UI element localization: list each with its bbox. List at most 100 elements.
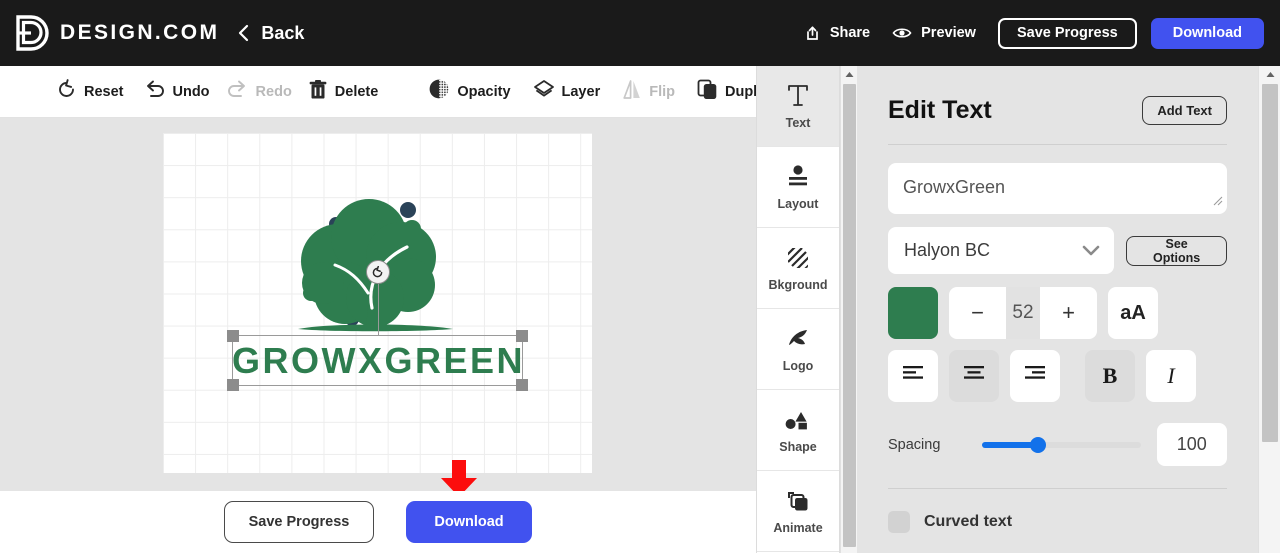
scroll-up-arrow-icon[interactable] (841, 66, 858, 82)
layer-button[interactable]: Layer (533, 79, 600, 105)
spacing-value[interactable]: 100 (1156, 423, 1227, 466)
hatch-pattern-icon (786, 245, 810, 271)
bottom-action-bar: Save Progress Download (0, 491, 756, 553)
share-icon (804, 25, 821, 42)
sidebar-label-shape: Shape (779, 439, 817, 454)
flip-label: Flip (649, 83, 675, 100)
spacing-slider-fill (981, 441, 1037, 448)
spacing-slider-knob[interactable] (1029, 436, 1046, 453)
text-input-box[interactable]: GrowxGreen (888, 163, 1227, 214)
selection-handle-bottom-left[interactable] (227, 379, 239, 391)
opacity-label: Opacity (457, 83, 511, 100)
opacity-button[interactable]: Opacity (428, 78, 511, 105)
save-progress-button-header[interactable]: Save Progress (997, 17, 1137, 49)
reset-circular-arrow-icon (56, 78, 77, 105)
download-button-bottom[interactable]: Download (406, 501, 532, 543)
preview-button[interactable]: Preview (892, 25, 976, 41)
text-case-button[interactable]: aA (1108, 287, 1158, 339)
layers-diamond-icon (533, 79, 555, 105)
reset-button[interactable]: Reset (56, 78, 124, 105)
spacing-row: Spacing 100 (888, 423, 1227, 466)
delete-label: Delete (334, 83, 379, 100)
layout-lines-icon (785, 164, 811, 190)
text-t-icon (786, 83, 810, 109)
align-right-button[interactable] (1010, 350, 1060, 402)
share-label: Share (829, 25, 871, 41)
font-size-increase-button[interactable]: + (1040, 287, 1097, 339)
edit-toolbar: Reset Undo Redo Delete Opacity Layer Fli… (0, 66, 790, 118)
tool-rail-scrollbar[interactable] (840, 66, 857, 553)
panel-scrollbar[interactable] (1258, 66, 1280, 553)
text-align-row: B I (888, 350, 1227, 402)
curved-text-checkbox[interactable] (888, 511, 910, 533)
flip-horizontal-icon (622, 79, 642, 105)
scrollbar-thumb[interactable] (843, 84, 856, 547)
italic-label: I (1167, 363, 1175, 388)
flip-button[interactable]: Flip (622, 79, 675, 105)
logo-design[interactable]: GROWXGREEN (163, 133, 592, 473)
sidebar-item-text[interactable]: Text (757, 66, 839, 147)
add-text-button[interactable]: Add Text (1142, 96, 1227, 125)
selection-handle-top-right[interactable] (516, 330, 528, 342)
app-root: DESIGN.COM Back Share Preview Save Progr… (0, 0, 1280, 553)
save-progress-button-bottom[interactable]: Save Progress (224, 501, 374, 543)
selection-handle-top-left[interactable] (227, 330, 239, 342)
reset-label: Reset (84, 83, 124, 100)
download-button-header[interactable]: Download (1150, 17, 1264, 49)
sidebar-item-shape[interactable]: Shape (757, 390, 839, 471)
font-size-stepper: − 52 + (949, 287, 1097, 339)
chevron-down-icon (1081, 244, 1101, 262)
font-family-value: Halyon BC (904, 240, 991, 260)
sidebar-item-animate[interactable]: Animate (757, 471, 839, 552)
bold-button[interactable]: B (1085, 350, 1135, 402)
panel-divider-2 (888, 488, 1227, 489)
eye-icon (892, 26, 912, 40)
italic-button[interactable]: I (1146, 350, 1196, 402)
sidebar-label-layout: Layout (777, 196, 819, 211)
font-size-value[interactable]: 52 (1006, 287, 1040, 339)
font-row: Halyon BC See Options (888, 227, 1227, 274)
scroll-up-arrow-icon[interactable] (1259, 66, 1280, 82)
chevron-left-icon (237, 23, 251, 43)
trash-can-icon (308, 79, 328, 105)
redo-label: Redo (255, 83, 292, 100)
scrollbar-thumb[interactable] (1262, 84, 1278, 442)
sidebar-item-bkground[interactable]: Bkground (757, 228, 839, 309)
font-family-select[interactable]: Halyon BC (888, 227, 1115, 274)
top-header: DESIGN.COM Back Share Preview Save Progr… (0, 0, 1280, 66)
opacity-half-circle-icon (428, 78, 450, 105)
redo-button[interactable]: Redo (226, 80, 292, 104)
align-center-button[interactable] (949, 350, 999, 402)
rotate-handle-icon[interactable] (365, 260, 390, 284)
selection-handle-bottom-right[interactable] (516, 379, 528, 391)
canvas-area[interactable]: GROWXGREEN (0, 118, 756, 497)
curved-text-label: Curved text (924, 513, 1013, 530)
spacing-label: Spacing (888, 436, 941, 453)
sidebar-label-animate: Animate (773, 520, 823, 535)
rotate-stem (377, 278, 379, 336)
text-selection-box[interactable] (227, 260, 528, 391)
back-button[interactable]: Back (237, 23, 304, 44)
sidebar-item-layout[interactable]: Layout (757, 147, 839, 228)
align-center-icon (962, 364, 986, 388)
text-input-value: GrowxGreen (903, 177, 1006, 197)
artboard[interactable]: GROWXGREEN (163, 133, 592, 473)
curved-text-row[interactable]: Curved text (888, 511, 1227, 533)
edit-text-panel: Edit Text Add Text GrowxGreen Halyon BC (857, 66, 1258, 553)
font-size-decrease-button[interactable]: − (949, 287, 1006, 339)
spacing-slider[interactable] (981, 436, 1141, 453)
see-options-button[interactable]: See Options (1126, 235, 1227, 266)
sidebar-label-bkground: Bkground (768, 277, 828, 292)
undo-button[interactable]: Undo (143, 80, 210, 104)
text-color-swatch[interactable] (888, 287, 938, 339)
align-left-button[interactable] (888, 350, 938, 402)
preview-label: Preview (921, 25, 976, 41)
brand-logo-group[interactable]: DESIGN.COM (14, 14, 219, 52)
resize-grip-icon[interactable] (1212, 193, 1223, 211)
header-actions: Share Preview Save Progress Download (804, 17, 1264, 49)
animate-stack-icon (785, 488, 811, 514)
sidebar-item-logo[interactable]: Logo (757, 309, 839, 390)
share-button[interactable]: Share (804, 25, 870, 42)
delete-button[interactable]: Delete (308, 79, 379, 105)
shapes-icon (785, 407, 811, 433)
